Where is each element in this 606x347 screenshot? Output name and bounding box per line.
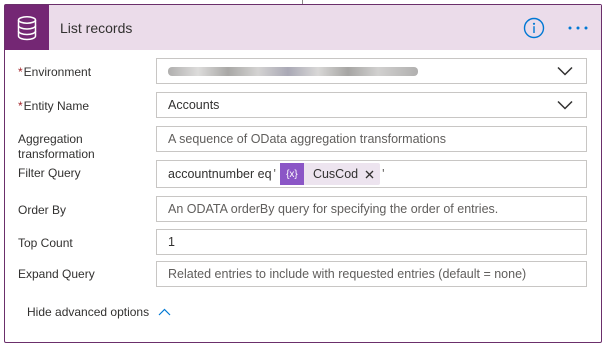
hide-advanced-label: Hide advanced options bbox=[27, 305, 150, 319]
filter-close-quote: ' bbox=[382, 167, 385, 181]
environment-value-redacted bbox=[168, 66, 418, 76]
info-icon[interactable] bbox=[523, 17, 545, 39]
more-options-icon[interactable] bbox=[565, 18, 591, 38]
chevron-down-icon bbox=[557, 100, 573, 110]
order-label: Order By bbox=[18, 203, 67, 217]
entity-label: *Entity Name bbox=[18, 99, 90, 113]
entity-value: Accounts bbox=[168, 98, 220, 112]
filter-prefix: accountnumber eq bbox=[168, 167, 272, 181]
chevron-down-icon bbox=[557, 66, 573, 76]
dynamic-content-token[interactable]: {x} CusCod bbox=[279, 163, 381, 185]
top-count-input[interactable]: 1 bbox=[156, 229, 587, 255]
card-header[interactable]: List records bbox=[5, 5, 601, 50]
variable-icon: {x} bbox=[279, 163, 304, 185]
environment-label: *Environment bbox=[18, 65, 92, 79]
card-title: List records bbox=[60, 19, 133, 36]
token-label: CusCod bbox=[312, 167, 359, 181]
action-card: List records *Environment *Entity Name A… bbox=[4, 4, 602, 343]
required-marker: * bbox=[18, 99, 23, 113]
hide-advanced-options-link[interactable]: Hide advanced options bbox=[27, 305, 171, 319]
chevron-up-icon bbox=[158, 308, 171, 316]
filter-open-quote: ' bbox=[273, 167, 276, 181]
expand-input[interactable]: Related entries to include with requeste… bbox=[156, 261, 587, 287]
close-icon[interactable] bbox=[365, 170, 374, 179]
required-marker: * bbox=[18, 65, 23, 79]
aggregation-label: Aggregation transformation bbox=[18, 132, 95, 161]
top-label: Top Count bbox=[18, 236, 73, 250]
expand-label: Expand Query bbox=[18, 267, 95, 281]
aggregation-input[interactable]: A sequence of OData aggregation transfor… bbox=[156, 126, 587, 152]
filter-label: Filter Query bbox=[18, 166, 81, 180]
entity-dropdown[interactable]: Accounts bbox=[156, 92, 587, 118]
environment-dropdown[interactable] bbox=[156, 58, 587, 84]
filter-input[interactable]: accountnumber eq ' {x} CusCod ' bbox=[156, 160, 587, 188]
order-input[interactable]: An ODATA orderBy query for specifying th… bbox=[156, 196, 587, 222]
database-icon bbox=[5, 5, 49, 50]
